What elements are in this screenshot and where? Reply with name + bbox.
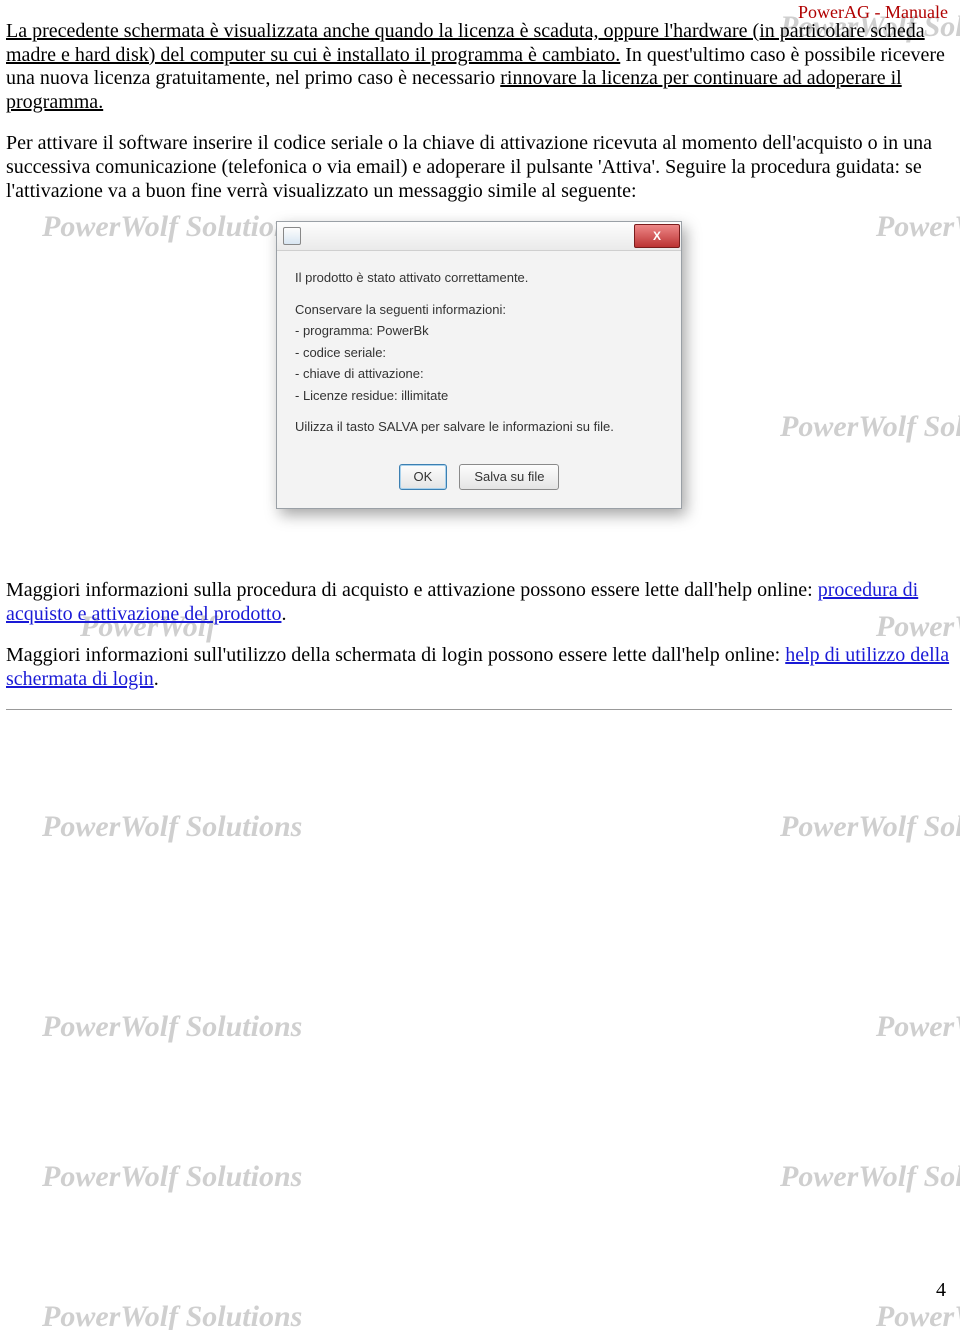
dialog-line-program: - programma: PowerBk: [295, 322, 663, 340]
dialog-line-save-hint: Uilizza il tasto SALVA per salvare le in…: [295, 418, 663, 436]
dialog-line-licenses: - Licenze residue: illimitate: [295, 387, 663, 405]
activation-dialog-screenshot: X Il prodotto è stato attivato correttam…: [6, 221, 952, 509]
ok-button[interactable]: OK: [399, 464, 448, 490]
dialog-titlebar: X: [277, 222, 681, 251]
dialog-button-row: OK Salva su file: [277, 454, 681, 508]
dialog-body: Il prodotto è stato attivato correttamen…: [277, 251, 681, 454]
paragraph-3: Maggiori informazioni sulla procedura di…: [6, 579, 952, 626]
watermark: PowerWolf: [876, 1010, 960, 1044]
divider: [6, 709, 952, 710]
dialog-window: X Il prodotto è stato attivato correttam…: [276, 221, 682, 509]
paragraph-4: Maggiori informazioni sull'utilizzo dell…: [6, 644, 952, 691]
window-icon: [283, 227, 301, 245]
watermark: PowerWolf Solutions: [42, 1300, 302, 1330]
save-to-file-button[interactable]: Salva su file: [459, 464, 559, 490]
watermark: PowerWolf Solutions: [42, 810, 302, 844]
watermark: PowerWolf Solutio: [780, 1160, 960, 1194]
paragraph-2: Per attivare il software inserire il cod…: [6, 132, 952, 203]
dialog-line-serial: - codice seriale:: [295, 344, 663, 362]
para3-pre: Maggiori informazioni sulla procedura di…: [6, 579, 818, 601]
dialog-line-key: - chiave di attivazione:: [295, 365, 663, 383]
watermark: PowerWolf Solutio: [780, 810, 960, 844]
watermark: PowerWolf Solutions: [42, 1160, 302, 1194]
dialog-line-keep: Conservare la seguenti informazioni:: [295, 301, 663, 319]
close-icon[interactable]: X: [634, 224, 680, 248]
watermark: PowerWolf: [876, 1300, 960, 1330]
page-number: 4: [936, 1279, 946, 1302]
para3-post: .: [281, 603, 286, 625]
para4-pre: Maggiori informazioni sull'utilizzo dell…: [6, 644, 785, 666]
watermark: PowerWolf Solutions: [42, 1010, 302, 1044]
page-header: PowerAG - Manuale: [798, 2, 948, 23]
para4-post: .: [154, 668, 159, 690]
paragraph-1: La precedente schermata è visualizzata a…: [6, 20, 952, 114]
dialog-line-activated: Il prodotto è stato attivato correttamen…: [295, 269, 663, 287]
